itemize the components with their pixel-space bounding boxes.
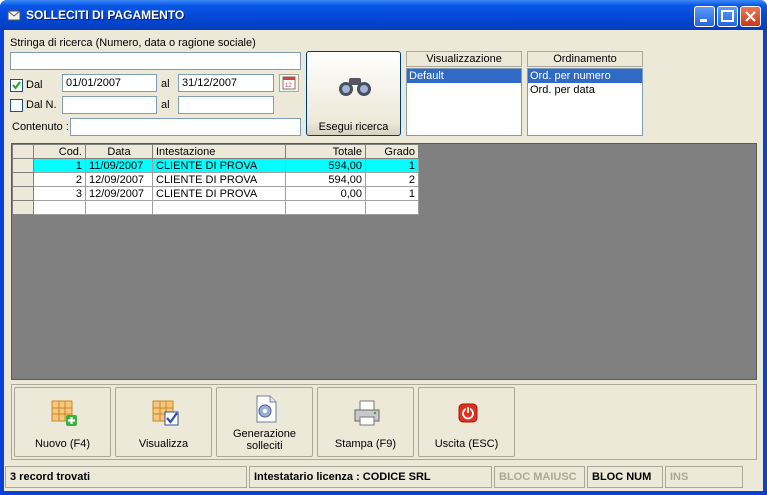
visualizza-label: Visualizza [138,438,189,450]
search-button-label: Esegui ricerca [318,121,389,133]
power-icon [458,403,478,423]
check-icon [12,81,21,90]
status-license: Intestatario licenza : CODICE SRL [249,466,492,488]
status-caps-lock: BLOC MAIUSC [494,466,585,488]
cell-intestazione: CLIENTE DI PROVA [152,186,286,201]
nuovo-button[interactable]: Nuovo (F4) [14,387,111,457]
printer-icon [354,400,380,426]
cell-totale: 0,00 [285,186,366,201]
table-row-empty[interactable] [12,200,419,215]
grid-check-icon [152,400,179,426]
empty-cell [365,200,419,215]
close-icon [745,11,756,22]
ordinamento-item[interactable]: Ord. per numero [528,69,642,83]
action-panel: Nuovo (F4) Visualizza Generazione sollec… [11,384,757,460]
column-header-intestazione[interactable]: Intestazione [152,144,286,159]
binoculars-icon [339,78,371,96]
status-insert: INS [665,466,743,488]
num-to-field[interactable] [178,96,274,114]
title-bar: SOLLECITI DI PAGAMENTO [0,0,767,30]
minimize-icon [700,19,707,22]
calendar-button[interactable]: 12 [279,74,299,92]
stampa-button[interactable]: Stampa (F9) [317,387,414,457]
row-indicator[interactable] [12,186,34,201]
calendar-icon: 12 [282,76,296,90]
uscita-button[interactable]: Uscita (ESC) [418,387,515,457]
visualizzazione-list[interactable]: Default [406,68,522,136]
svg-text:12: 12 [285,83,292,89]
contenuto-input[interactable] [70,118,301,136]
al-label: al [161,78,170,90]
row-indicator[interactable] [12,172,34,187]
table-row[interactable]: 3 12/09/2007 CLIENTE DI PROVA 0,00 1 [12,186,419,201]
visualizzazione-header: Visualizzazione [406,51,522,67]
generazione-label: Generazione solleciti [233,428,296,452]
cell-intestazione: CLIENTE DI PROVA [152,158,286,173]
search-label: Stringa di ricerca (Numero, data o ragio… [10,37,256,49]
row-indicator[interactable] [12,158,34,173]
contenuto-label: Contenuto : [12,121,69,133]
cell-cod: 3 [33,186,86,201]
grid-add-icon [51,400,77,426]
empty-cell [33,200,86,215]
search-input[interactable] [10,52,301,70]
column-header-cod[interactable]: Cod. [33,144,86,159]
ordinamento-header: Ordinamento [527,51,643,67]
daln-checkbox[interactable] [10,99,23,112]
records-table: Cod. Data Intestazione Totale Grado 1 11… [12,144,419,215]
maximize-button[interactable] [717,6,738,27]
records-grid[interactable]: Cod. Data Intestazione Totale Grado 1 11… [11,143,757,380]
empty-cell [285,200,366,215]
window-title: SOLLECITI DI PAGAMENTO [26,8,185,22]
close-button[interactable] [740,6,761,27]
al2-label: al [161,99,170,111]
daln-label: Dal N. [26,99,57,111]
date-from-field[interactable]: 01/01/2007 [62,74,157,92]
column-header-grado[interactable]: Grado [365,144,419,159]
search-button[interactable]: Esegui ricerca [306,51,401,136]
row-indicator[interactable] [12,200,34,215]
empty-cell [85,200,153,215]
dal-label: Dal [26,79,43,91]
empty-cell [152,200,286,215]
cell-data: 12/09/2007 [85,172,153,187]
cell-data: 11/09/2007 [85,158,153,173]
cell-cod: 2 [33,172,86,187]
cell-intestazione: CLIENTE DI PROVA [152,172,286,187]
visualizzazione-item[interactable]: Default [407,69,521,83]
date-to-field[interactable]: 31/12/2007 [178,74,274,92]
dal-checkbox[interactable] [10,79,23,92]
cell-totale: 594,00 [285,172,366,187]
visualizza-button[interactable]: Visualizza [115,387,212,457]
cell-totale: 594,00 [285,158,366,173]
main-window: SOLLECITI DI PAGAMENTO Stringa di ricerc… [0,0,767,495]
ordinamento-list[interactable]: Ord. per numero Ord. per data [527,68,643,136]
ordinamento-item[interactable]: Ord. per data [528,83,642,97]
envelope-icon [7,10,21,21]
uscita-label: Uscita (ESC) [434,438,499,450]
row-indicator-header [12,144,34,159]
stampa-label: Stampa (F9) [334,438,397,450]
generazione-button[interactable]: Generazione solleciti [216,387,313,457]
nuovo-label: Nuovo (F4) [34,438,91,450]
table-row[interactable]: 2 12/09/2007 CLIENTE DI PROVA 594,00 2 [12,172,419,187]
cell-grado: 1 [365,186,419,201]
cell-cod: 1 [33,158,86,173]
num-from-field[interactable] [62,96,157,114]
client-area: Stringa di ricerca (Numero, data o ragio… [4,30,763,491]
column-header-totale[interactable]: Totale [285,144,366,159]
cell-grado: 1 [365,158,419,173]
table-row[interactable]: 1 11/09/2007 CLIENTE DI PROVA 594,00 1 [12,158,419,173]
maximize-icon [721,10,734,22]
minimize-button[interactable] [694,6,715,27]
cell-grado: 2 [365,172,419,187]
status-records: 3 record trovati [5,466,247,488]
cell-data: 12/09/2007 [85,186,153,201]
status-num-lock: BLOC NUM [587,466,663,488]
table-header-row: Cod. Data Intestazione Totale Grado [12,144,419,159]
column-header-data[interactable]: Data [85,144,153,159]
document-gear-icon [256,395,277,423]
